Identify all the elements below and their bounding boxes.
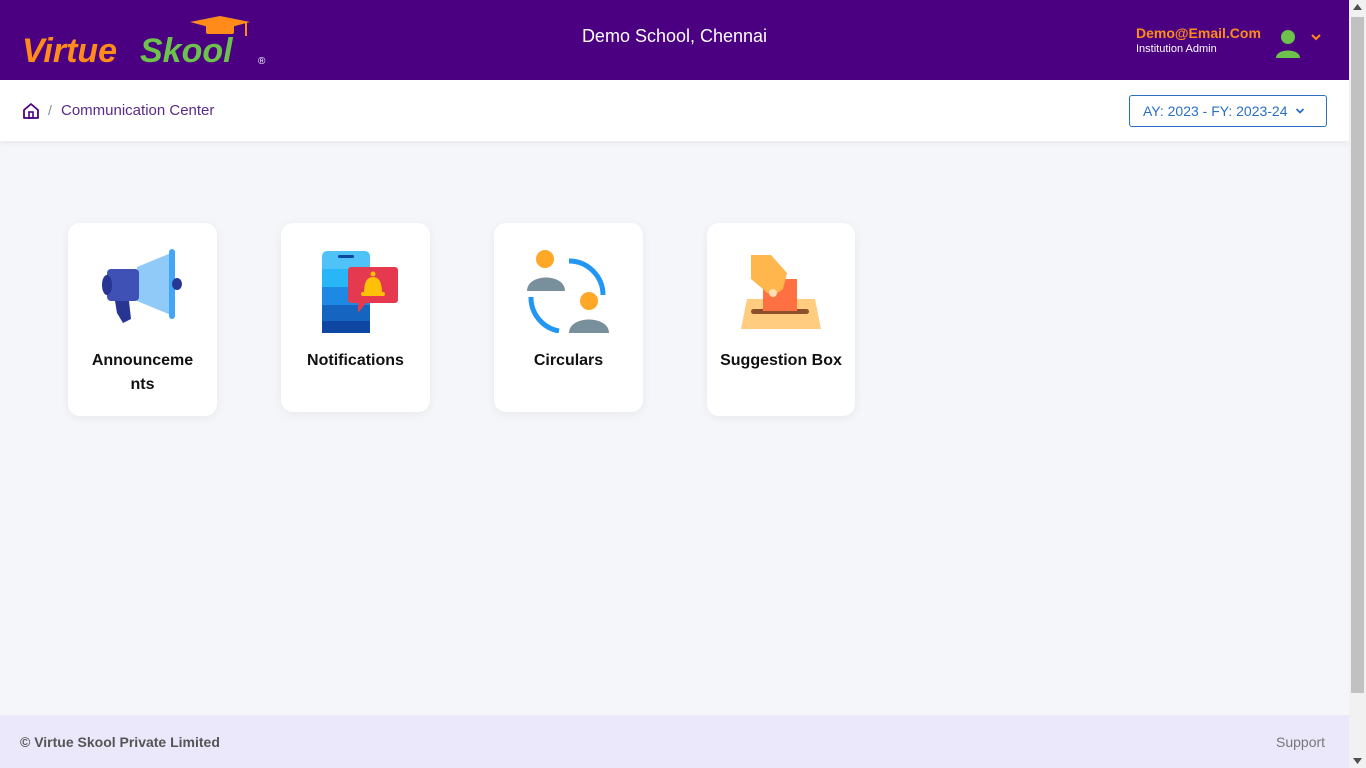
card-label: Suggestion Box <box>720 352 842 369</box>
breadcrumb-separator: / <box>48 102 52 118</box>
user-info[interactable]: Demo@Email.Com Institution Admin <box>1136 25 1261 55</box>
card-suggestion-box[interactable]: Suggestion Box <box>707 223 855 416</box>
academic-year-select[interactable]: AY: 2023 - FY: 2023-24 <box>1129 95 1327 127</box>
card-announcements[interactable]: Announceme nts <box>68 223 217 416</box>
card-label: Circulars <box>533 352 604 369</box>
megaphone-icon <box>101 249 182 323</box>
svg-text:®: ® <box>258 56 266 67</box>
home-icon[interactable] <box>22 102 40 120</box>
user-role: Institution Admin <box>1136 43 1217 55</box>
users-exchange-icon <box>526 250 609 333</box>
app-root: Virtue Skool ® Demo School, Chennai Demo… <box>0 0 1349 768</box>
user-email: Demo@Email.Com <box>1136 25 1261 41</box>
user-avatar-icon[interactable] <box>1274 28 1302 58</box>
scroll-up-arrow-icon[interactable] <box>1353 4 1362 10</box>
card-label: Notifications <box>307 352 404 369</box>
scrollbar-thumb[interactable] <box>1351 17 1364 693</box>
scroll-down-arrow-icon[interactable] <box>1353 758 1362 764</box>
phone-notification-icon <box>321 251 398 333</box>
card-notifications[interactable]: Notifications <box>281 223 430 412</box>
breadcrumb-current: Communication Center <box>61 102 215 119</box>
academic-year-value: AY: 2023 - FY: 2023-24 <box>1143 103 1288 119</box>
card-circulars[interactable]: Circulars <box>494 223 643 412</box>
ballot-box-icon <box>741 255 821 329</box>
top-header: Virtue Skool ® Demo School, Chennai Demo… <box>0 0 1349 80</box>
footer-copyright: © Virtue Skool Private Limited <box>20 734 220 750</box>
chevron-down-icon <box>1295 108 1304 114</box>
card-label: Announceme nts <box>91 352 194 393</box>
support-link[interactable]: Support <box>1276 734 1325 750</box>
chevron-down-icon[interactable] <box>1310 32 1322 42</box>
